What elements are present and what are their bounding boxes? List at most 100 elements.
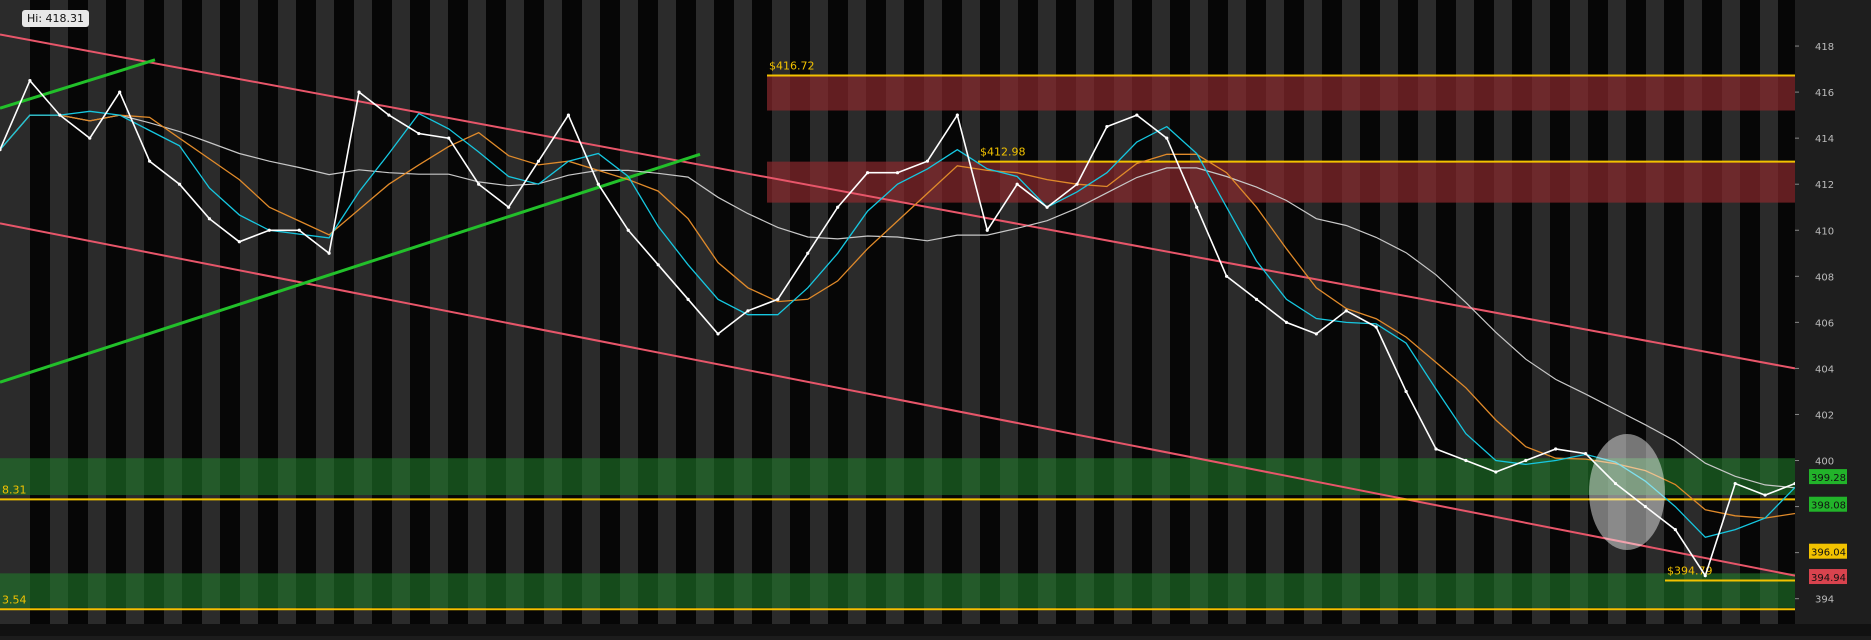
price-point [596,182,600,186]
price-point [686,297,690,301]
price-point [118,90,122,94]
session-band [182,0,202,624]
price-point [955,113,959,117]
highlight-ellipse [1589,434,1665,550]
session-band [144,0,164,624]
price-point [1314,332,1318,336]
price-point [477,182,481,186]
price-point [387,113,391,117]
price-point [177,182,182,186]
price-tag-label: 399.28 [1811,473,1846,484]
price-point [895,171,900,175]
price-tag-label: 398.08 [1811,501,1846,512]
axis-tick-label: 418 [1815,42,1834,53]
price-tag-label: 394.94 [1811,573,1846,584]
price-point [626,228,630,232]
price-point [297,228,301,232]
price-point [1254,297,1259,301]
price-point [566,113,571,117]
axis-tick-label: 410 [1815,226,1834,237]
price-point [327,251,331,255]
price-axis: 394396398400402404406408410412414416418 [1795,0,1871,624]
price-point [1105,125,1109,129]
session-band [106,0,126,624]
price-point [447,136,451,140]
price-point [836,205,840,209]
session-band [600,0,620,624]
price-point [1075,182,1079,186]
price-point [1673,527,1677,532]
level-label: 8.31 [2,483,27,496]
price-point [417,131,421,136]
level-label: 3.54 [2,593,27,606]
price-point [1524,458,1528,463]
price-point [357,90,361,94]
price-point [776,297,780,301]
axis-tick-label: 406 [1815,318,1834,329]
session-band [638,0,658,624]
session-band [524,0,544,624]
session-band [562,0,582,624]
price-point [1763,493,1767,497]
price-point [1195,205,1199,209]
price-point [1374,325,1378,329]
price-point [1404,389,1408,394]
price-point [985,228,989,232]
price-point [656,263,660,267]
price-point [237,240,241,244]
price-point [716,332,720,336]
price-tag-label: 396.04 [1811,548,1846,559]
price-point [506,205,511,209]
status-strip [0,624,1871,636]
price-point [1464,458,1468,463]
price-point [1165,136,1169,140]
price-point [28,78,32,83]
price-point [1703,574,1707,578]
chart-svg[interactable]: $416.72$412.988.31$394.793.54 3943963984… [0,0,1871,636]
price-point [536,159,541,163]
price-point [1015,182,1019,186]
session-band [68,0,88,624]
session-band [258,0,278,624]
hi-label: Hi: 418.31 [22,10,90,27]
axis-tick-label: 408 [1815,272,1834,283]
demand-zone [0,573,1795,608]
price-point [1554,447,1558,451]
axis-tick-label: 404 [1815,364,1834,375]
supply-zone [767,75,1795,111]
price-point [1045,205,1049,209]
price-chart[interactable]: $416.72$412.988.31$394.793.54 3943963984… [0,0,1871,636]
price-point [1224,274,1229,278]
axis-tick-label: 400 [1815,457,1834,468]
session-band [220,0,240,624]
price-point [147,159,152,163]
price-point [88,136,92,140]
axis-tick-label: 402 [1815,410,1834,421]
axis-tick-label: 416 [1815,88,1834,99]
price-point [58,113,62,117]
price-point [267,228,271,232]
price-point [1733,481,1737,486]
session-band [410,0,430,624]
axis-tick-label: 414 [1815,134,1834,145]
session-band [714,0,734,624]
axis-tick-label: 412 [1815,180,1834,191]
price-point [207,217,212,221]
level-label: $412.98 [980,146,1026,159]
session-band [676,0,696,624]
price-point [1344,309,1348,313]
session-band [486,0,506,624]
session-band [372,0,392,624]
supply-zone [767,161,1795,203]
level-label: $416.72 [769,60,815,73]
price-point [1434,447,1438,451]
price-point [1583,452,1588,456]
price-point [1135,113,1139,117]
price-point [925,159,930,163]
session-band [334,0,354,624]
axis-tick-label: 394 [1815,595,1834,606]
price-point [865,171,870,175]
price-point [806,251,810,255]
price-point [1284,320,1289,324]
price-point [746,309,750,313]
